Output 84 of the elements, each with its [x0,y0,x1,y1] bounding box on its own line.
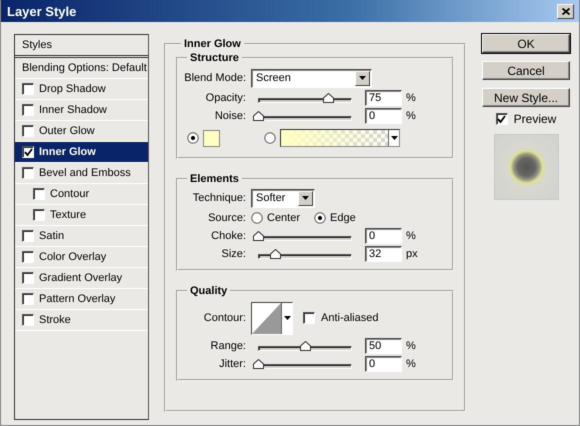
checkbox[interactable] [22,146,34,158]
blend-mode-dropdown[interactable]: Screen [251,68,372,88]
style-item[interactable]: Bevel and Emboss [15,163,148,184]
contour-curve-icon [252,302,281,334]
checkbox[interactable] [22,83,34,95]
number-field[interactable]: 0 [365,228,402,244]
radio-button[interactable] [251,212,263,224]
group-title: Structure [189,52,240,64]
checkbox[interactable] [22,230,34,242]
radio-button[interactable] [264,132,276,144]
field-label: Source: [207,212,246,224]
option-label: Edge [330,212,356,224]
number-field[interactable]: 75 [365,90,402,106]
unit-label: % [406,110,416,122]
checkbox[interactable] [33,209,45,221]
contour-picker[interactable] [251,302,293,334]
caret-icon [390,136,398,140]
style-item[interactable]: Contour [15,184,148,205]
number-field[interactable]: 0 [365,356,402,372]
unit-label: % [406,230,416,242]
gradient-picker[interactable] [280,129,400,147]
style-item[interactable]: Pattern Overlay [15,289,148,310]
style-preview [494,134,558,200]
field-label: Jitter: [218,358,246,370]
style-item[interactable]: Gradient Overlay [15,268,148,289]
unit-label: % [406,92,416,104]
checkbox[interactable] [22,125,34,137]
slider-thumb[interactable] [253,230,264,240]
number-field[interactable]: 50 [365,338,402,354]
close-button[interactable] [557,4,574,18]
unit-label: % [406,358,416,370]
style-item[interactable]: Inner Glow [15,142,148,163]
unit-label: % [406,340,416,352]
field-label: Noise: [214,110,246,122]
style-item[interactable]: Stroke [15,310,148,331]
checkbox[interactable] [33,188,45,200]
radio-button[interactable] [187,132,199,144]
dialog-button[interactable]: New Style... [482,88,570,107]
caret-icon [284,316,290,320]
color-swatch[interactable] [203,130,220,146]
field-label: Choke: [210,230,246,242]
checkbox[interactable] [22,104,34,116]
style-item[interactable]: Styles [15,35,148,58]
number-field[interactable]: 32 [365,246,402,262]
group-title: Elements [189,173,240,185]
checkbox[interactable] [22,272,34,284]
checkbox-label: Preview [514,112,556,126]
dialog-button[interactable]: OK [482,34,570,53]
checkbox[interactable] [22,167,34,179]
slider-thumb[interactable] [253,110,264,120]
style-item[interactable]: Satin [15,226,148,247]
field-label: Size: [220,248,246,260]
slider-thumb[interactable] [270,248,281,258]
unit-label: px [406,248,418,260]
style-item[interactable]: Drop Shadow [15,79,148,100]
style-item[interactable]: Color Overlay [15,247,148,268]
number-field[interactable]: 0 [365,108,402,124]
window-title: Layer Style [7,4,76,18]
dialog-button[interactable]: Cancel [482,61,570,80]
option-label: Center [267,212,300,224]
section-title: Inner Glow [183,38,242,50]
radio-button[interactable] [314,212,326,224]
group-title: Quality [189,285,228,297]
checkbox[interactable] [22,293,34,305]
slider-thumb[interactable] [322,92,334,102]
slider-thumb[interactable] [253,358,264,368]
caret-icon [359,76,366,80]
style-item[interactable]: Texture [15,205,148,226]
checkbox-label: Anti-aliased [321,312,378,324]
style-item[interactable]: Inner Shadow [15,100,148,121]
checkbox[interactable] [22,251,34,263]
technique-dropdown[interactable]: Softer [251,188,315,208]
field-label: Range: [210,340,246,352]
slider-thumb[interactable] [300,340,310,350]
field-label: Opacity: [204,92,246,104]
close-icon [562,8,570,14]
field-label: Contour: [202,312,246,324]
checkbox[interactable] [496,113,508,125]
field-label: Blend Mode: [183,72,246,84]
field-label: Technique: [192,192,246,204]
checkbox[interactable] [22,314,34,326]
checkbox[interactable] [303,312,315,324]
style-item[interactable]: Blending Options: Default [15,58,148,79]
caret-icon [302,196,309,200]
